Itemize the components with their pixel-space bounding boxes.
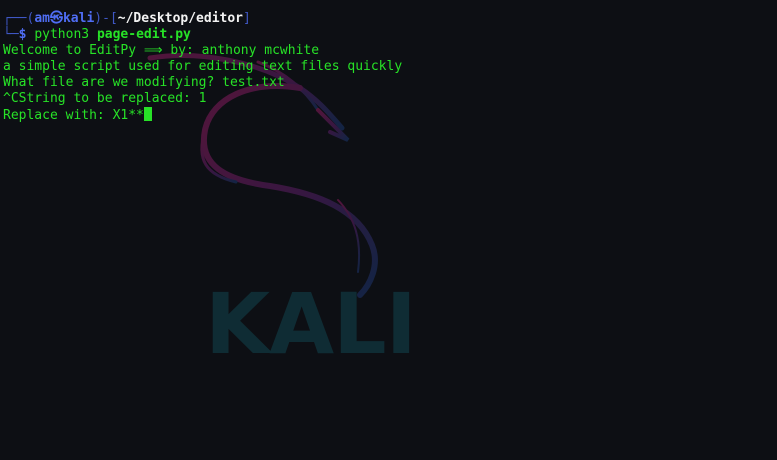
- input-line[interactable]: Replace with: X1**: [3, 107, 777, 123]
- kali-wordmark: KALI: [205, 275, 417, 373]
- prompt-frame-open: ┌──(: [3, 11, 35, 26]
- output-line: What file are we modifying? test.txt: [3, 75, 285, 90]
- prompt-command-line: └─$ python3 page-edit.py: [3, 27, 777, 43]
- command-name: python3: [34, 27, 90, 42]
- prompt-at-symbol: ㉿: [49, 11, 63, 26]
- command-argument: page-edit.py: [96, 27, 191, 42]
- prompt-header: ┌──(am㉿kali)-[~/Desktop/editor]: [3, 11, 777, 27]
- prompt-frame-close: ]: [243, 11, 251, 26]
- output-line: Welcome to EditPy ⟹ by: anthony mcwhite: [3, 43, 320, 58]
- prompt-sign: $: [18, 27, 27, 42]
- terminal-window[interactable]: KALI ┌──(am㉿kali)-[~/Desktop/editor] └─$…: [0, 0, 777, 460]
- prompt-host: kali: [62, 11, 95, 26]
- prompt-user: am: [34, 11, 50, 26]
- prompt-frame-mid: )-[: [94, 11, 118, 26]
- prompt-path: ~/Desktop/editor: [117, 11, 244, 26]
- input-line-text: Replace with: X1**: [3, 108, 144, 123]
- text-cursor: [143, 107, 152, 121]
- terminal-output: ┌──(am㉿kali)-[~/Desktop/editor] └─$ pyth…: [3, 11, 777, 123]
- output-line: a simple script used for editing text fi…: [3, 59, 403, 74]
- prompt-frame-bottom: └─: [3, 27, 19, 42]
- output-line: ^CString to be replaced: 1: [3, 91, 207, 106]
